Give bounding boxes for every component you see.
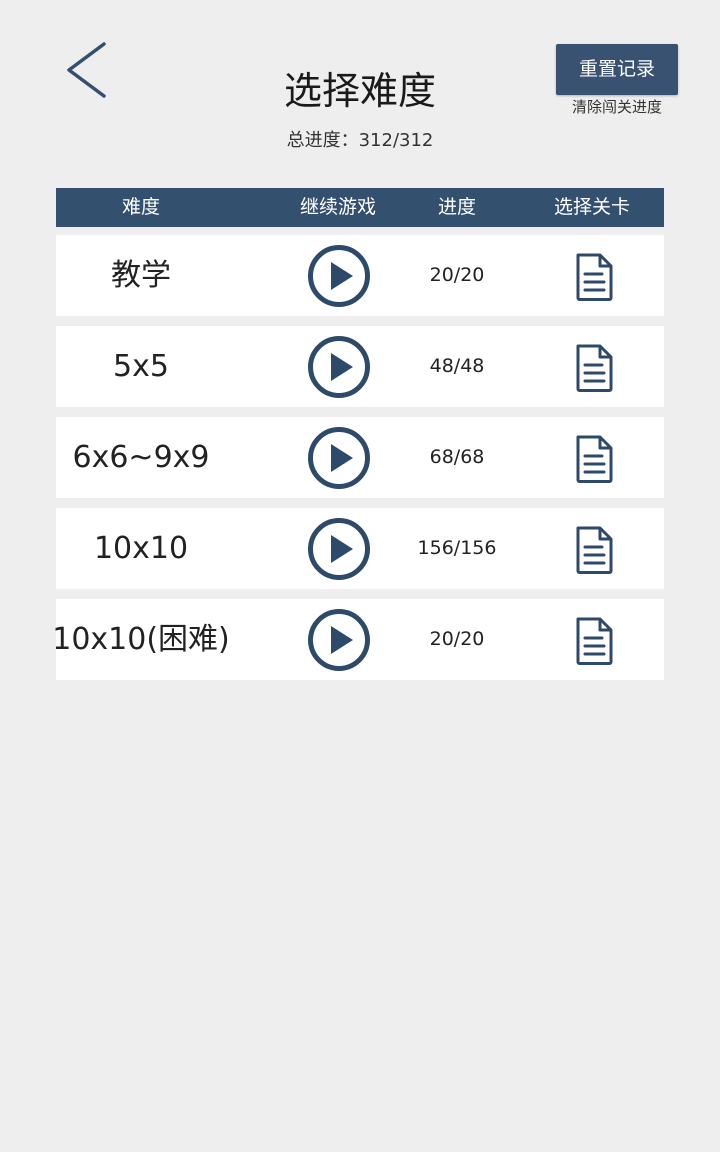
reset-records-button[interactable]: 重置记录 <box>556 44 678 95</box>
progress-value: 20/20 <box>429 628 485 650</box>
difficulty-row[interactable]: 教学 20/20 <box>56 235 664 316</box>
difficulty-row[interactable]: 10x10(困难) 20/20 <box>52 599 664 680</box>
select-level-button[interactable] <box>574 617 614 665</box>
play-circle-icon <box>308 245 370 307</box>
difficulty-name: 6x6~9x9 <box>72 440 210 475</box>
continue-game-button[interactable] <box>307 517 371 581</box>
document-icon <box>576 617 613 665</box>
column-header-continue: 继续游戏 <box>299 196 376 218</box>
column-header-difficulty: 难度 <box>121 196 160 218</box>
play-circle-icon <box>308 336 370 398</box>
column-header-select-level: 选择关卡 <box>553 196 630 218</box>
reset-hint: 清除闯关进度 <box>571 98 662 116</box>
select-level-button[interactable] <box>574 253 614 301</box>
difficulty-name: 10x10 <box>93 531 189 566</box>
play-circle-icon <box>308 427 370 489</box>
progress-value: 20/20 <box>429 264 485 286</box>
progress-value: 48/48 <box>429 355 485 377</box>
difficulty-row[interactable]: 6x6~9x9 68/68 <box>56 417 664 498</box>
play-circle-icon <box>308 609 370 671</box>
difficulty-row[interactable]: 5x5 48/48 <box>56 326 664 407</box>
continue-game-button[interactable] <box>307 335 371 399</box>
continue-game-button[interactable] <box>307 426 371 490</box>
table-header: 难度 继续游戏 进度 选择关卡 <box>56 188 664 227</box>
column-header-progress: 进度 <box>437 196 476 218</box>
document-icon <box>576 526 613 574</box>
continue-game-button[interactable] <box>307 244 371 308</box>
select-level-button[interactable] <box>574 526 614 574</box>
difficulty-row[interactable]: 10x10 156/156 <box>56 508 664 589</box>
select-level-button[interactable] <box>574 435 614 483</box>
play-circle-icon <box>308 518 370 580</box>
document-icon <box>576 344 613 392</box>
progress-value: 68/68 <box>429 446 485 468</box>
difficulty-name: 5x5 <box>113 349 169 384</box>
progress-value: 156/156 <box>417 537 497 559</box>
continue-game-button[interactable] <box>307 608 371 672</box>
document-icon <box>576 253 613 301</box>
document-icon <box>576 435 613 483</box>
difficulty-name: 教学 <box>111 258 171 293</box>
difficulty-name: 10x10(困难) <box>52 622 230 657</box>
total-progress: 总进度：312/312 <box>286 130 434 151</box>
select-level-button[interactable] <box>574 344 614 392</box>
